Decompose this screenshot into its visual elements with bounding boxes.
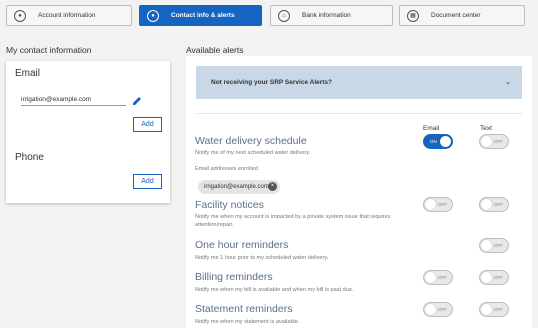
alerts-panel: Not receiving your SRP Service Alerts? ⌄… — [186, 56, 532, 328]
person-icon: ● — [147, 9, 159, 22]
toggle-knob — [425, 272, 436, 283]
toggle-label: OFF — [438, 307, 447, 312]
tab-bar: ● Account information ● Contact info & a… — [6, 5, 532, 27]
alert-desc-facility-notices: Notify me when my account is impacted by… — [195, 214, 391, 228]
alerts-notice-accordion[interactable]: Not receiving your SRP Service Alerts? ⌄ — [196, 66, 522, 99]
close-icon[interactable]: × — [268, 182, 277, 191]
bank-icon: ⌂ — [278, 9, 290, 22]
tab-contact-info-alerts[interactable]: ● Contact info & alerts — [139, 5, 262, 26]
email-title: Email — [15, 68, 41, 79]
toggle-label: OFF — [438, 202, 447, 207]
add-phone-button[interactable]: Add — [133, 174, 162, 189]
phone-title: Phone — [15, 152, 44, 163]
toggle-knob — [425, 304, 436, 315]
alert-desc-billing-reminders: Notify me when my bill is available and … — [195, 287, 354, 293]
water-delivery-email-toggle[interactable]: ON — [423, 134, 453, 149]
tab-label: Contact info & alerts — [171, 12, 235, 19]
toggle-label: OFF — [494, 243, 503, 248]
toggle-knob — [481, 240, 492, 251]
statement-reminders-text-toggle[interactable]: OFF — [479, 302, 509, 317]
toggle-label: OFF — [494, 275, 503, 280]
water-delivery-text-toggle[interactable]: OFF — [479, 134, 509, 149]
notice-text: Not receiving your SRP Service Alerts? — [211, 79, 333, 86]
contact-heading: My contact information — [6, 45, 92, 55]
toggle-label: OFF — [494, 139, 503, 144]
chevron-down-icon: ⌄ — [505, 79, 511, 86]
tab-label: Document center — [431, 12, 481, 19]
toggle-label: OFF — [438, 275, 447, 280]
email-column-header: Email — [423, 125, 440, 132]
enrolled-label: Email addresses enrolled — [195, 166, 258, 172]
facility-notices-email-toggle[interactable]: OFF — [423, 197, 453, 212]
divider — [196, 113, 522, 114]
toggle-knob — [481, 272, 492, 283]
alerts-heading: Available alerts — [186, 45, 244, 55]
toggle-label: OFF — [494, 307, 503, 312]
tab-label: Account information — [38, 12, 96, 19]
billing-reminders-email-toggle[interactable]: OFF — [423, 270, 453, 285]
alert-title-statement-reminders: Statement reminders — [195, 303, 293, 315]
alert-title-facility-notices: Facility notices — [195, 199, 264, 211]
tab-label: Bank information — [302, 12, 351, 19]
tab-account-information[interactable]: ● Account information — [6, 5, 132, 26]
tab-bank-information[interactable]: ⌂ Bank information — [270, 5, 393, 26]
alert-desc-water-delivery: Notify me of my next scheduled water del… — [195, 150, 311, 156]
alert-title-water-delivery: Water delivery schedule — [195, 135, 307, 147]
chip-email: irrigation@example.com — [204, 184, 269, 190]
add-email-button[interactable]: Add — [133, 117, 162, 132]
toggle-label: OFF — [494, 202, 503, 207]
contact-panel: Email irrigation@example.com Add Phone A… — [6, 61, 170, 203]
email-value: irrigation@example.com — [21, 96, 126, 106]
tab-document-center[interactable]: ▦ Document center — [399, 5, 525, 26]
toggle-knob — [425, 199, 436, 210]
one-hour-reminders-text-toggle[interactable]: OFF — [479, 238, 509, 253]
statement-reminders-email-toggle[interactable]: OFF — [423, 302, 453, 317]
facility-notices-text-toggle[interactable]: OFF — [479, 197, 509, 212]
enrolled-email-chip: irrigation@example.com × — [198, 180, 280, 194]
alert-title-one-hour-reminders: One hour reminders — [195, 239, 289, 251]
billing-reminders-text-toggle[interactable]: OFF — [479, 270, 509, 285]
toggle-knob — [481, 304, 492, 315]
document-icon: ▦ — [407, 9, 419, 22]
alert-title-billing-reminders: Billing reminders — [195, 271, 273, 283]
toggle-knob — [481, 136, 492, 147]
toggle-knob — [481, 199, 492, 210]
alert-desc-statement-reminders: Notify me when my statement is available… — [195, 319, 300, 325]
alert-desc-one-hour-reminders: Notify me 1 hour prior to my scheduled w… — [195, 255, 329, 261]
text-column-header: Text — [480, 125, 492, 132]
pencil-icon[interactable] — [132, 96, 142, 106]
toggle-knob — [440, 136, 451, 147]
toggle-label: ON — [430, 139, 437, 144]
person-icon: ● — [14, 9, 26, 22]
